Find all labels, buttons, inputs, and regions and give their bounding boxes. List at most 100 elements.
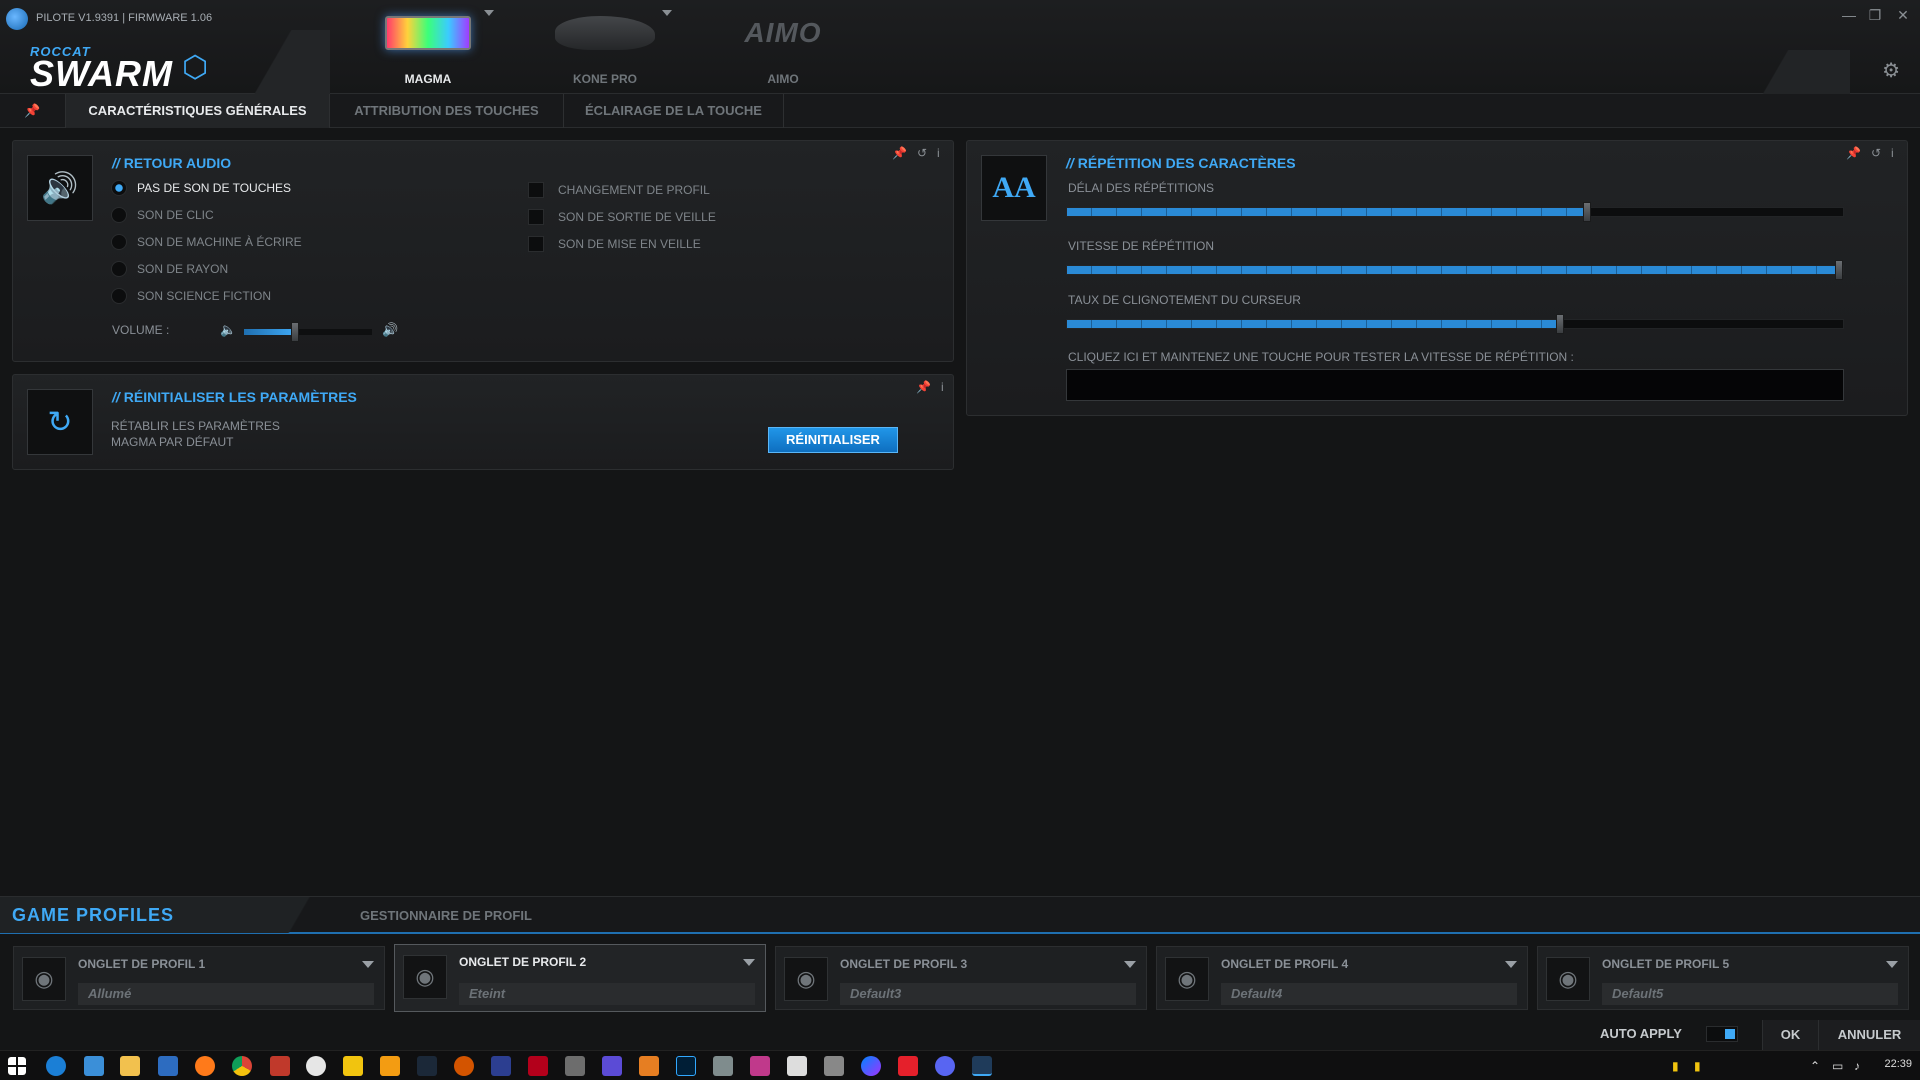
volume-low-icon[interactable]: 🔈 — [220, 322, 236, 338]
profile-name-field[interactable]: Eteint — [459, 983, 755, 1005]
profile-name-field[interactable]: Allumé — [78, 983, 374, 1005]
windows-start-icon[interactable] — [8, 1057, 26, 1075]
discord-icon[interactable] — [935, 1056, 955, 1076]
volume-icon[interactable]: ♪ — [1854, 1059, 1860, 1073]
device-aimo[interactable]: AIMO AIMO — [713, 8, 853, 86]
sticky-note-icon[interactable]: ▮ — [1694, 1059, 1701, 1073]
ok-button[interactable]: OK — [1762, 1020, 1818, 1050]
radio[interactable] — [111, 261, 127, 277]
app-icon[interactable] — [824, 1056, 844, 1076]
check-wake-sound[interactable]: SON DE SORTIE DE VEILLE — [528, 209, 716, 225]
device-magma[interactable]: MAGMA — [358, 8, 498, 86]
app-icon[interactable] — [565, 1056, 585, 1076]
chrome-icon[interactable] — [232, 1056, 252, 1076]
profile-manager-tab[interactable]: GESTIONNAIRE DE PROFIL — [360, 908, 532, 923]
restore-button[interactable]: ❐ — [1864, 4, 1886, 26]
file-explorer-icon[interactable] — [120, 1056, 140, 1076]
volume-high-icon[interactable]: 🔊 — [382, 322, 398, 338]
cancel-button[interactable]: ANNULER — [1818, 1020, 1920, 1050]
audio-option-typewriter[interactable]: SON DE MACHINE À ÉCRIRE — [111, 234, 302, 250]
photoshop-icon[interactable] — [676, 1056, 696, 1076]
check-profile-change[interactable]: CHANGEMENT DE PROFIL — [528, 182, 710, 198]
profile-slot-1[interactable]: ◉ ONGLET DE PROFIL 1 Allumé — [13, 946, 385, 1010]
chevron-down-icon[interactable] — [743, 959, 755, 966]
app-icon[interactable] — [454, 1056, 474, 1076]
audio-option-ray[interactable]: SON DE RAYON — [111, 261, 228, 277]
pin-tab[interactable]: 📌 — [0, 94, 66, 128]
app-icon[interactable] — [713, 1056, 733, 1076]
firefox-icon[interactable] — [195, 1056, 215, 1076]
device-kone-pro[interactable]: KONE PRO — [535, 8, 675, 86]
volume-thumb[interactable] — [291, 322, 299, 342]
blink-thumb[interactable] — [1556, 314, 1564, 334]
chevron-down-icon[interactable] — [1505, 961, 1517, 968]
close-button[interactable]: ✕ — [1892, 4, 1914, 26]
info-icon[interactable]: i — [941, 380, 944, 394]
network-icon[interactable]: ▭ — [1832, 1059, 1843, 1073]
app-icon[interactable] — [158, 1056, 178, 1076]
check-sleep-sound[interactable]: SON DE MISE EN VEILLE — [528, 236, 701, 252]
tab-key-illumination[interactable]: ÉCLAIRAGE DE LA TOUCHE — [564, 94, 784, 128]
undo-icon[interactable]: ↺ — [1871, 146, 1881, 160]
app-icon[interactable] — [602, 1056, 622, 1076]
info-icon[interactable]: i — [937, 146, 940, 160]
device-magma-dropdown-icon[interactable] — [484, 10, 494, 16]
profile-slot-2[interactable]: ◉ ONGLET DE PROFIL 2 Eteint — [394, 944, 766, 1012]
chevron-up-icon[interactable]: ⌃ — [1810, 1059, 1820, 1073]
repeat-test-field[interactable] — [1066, 369, 1844, 401]
info-icon[interactable]: i — [1891, 146, 1894, 160]
audio-option-click[interactable]: SON DE CLIC — [111, 207, 214, 223]
profile-slot-3[interactable]: ◉ ONGLET DE PROFIL 3 Default3 — [775, 946, 1147, 1010]
audio-option-no-sound[interactable]: PAS DE SON DE TOUCHES — [111, 180, 291, 196]
edge-icon[interactable] — [46, 1056, 66, 1076]
checkbox[interactable] — [528, 236, 544, 252]
profile-name-field[interactable]: Default3 — [840, 983, 1136, 1005]
radio-selected[interactable] — [111, 180, 127, 196]
profile-slot-4[interactable]: ◉ ONGLET DE PROFIL 4 Default4 — [1156, 946, 1528, 1010]
profile-name-field[interactable]: Default5 — [1602, 983, 1898, 1005]
gear-icon[interactable]: ⚙ — [1882, 58, 1900, 83]
tab-general[interactable]: CARACTÉRISTIQUES GÉNÉRALES — [66, 94, 330, 128]
app-icon[interactable] — [639, 1056, 659, 1076]
sticky-note-icon[interactable]: ▮ — [1672, 1059, 1679, 1073]
radio[interactable] — [111, 207, 127, 223]
reset-button[interactable]: RÉINITIALISER — [768, 427, 898, 453]
messenger-icon[interactable] — [861, 1056, 881, 1076]
filezilla-icon[interactable] — [528, 1056, 548, 1076]
device-kone-dropdown-icon[interactable] — [662, 10, 672, 16]
tab-key-assignment[interactable]: ATTRIBUTION DES TOUCHES — [330, 94, 564, 128]
pin-icon[interactable]: 📌 — [892, 146, 907, 160]
speed-thumb[interactable] — [1835, 260, 1843, 280]
chevron-down-icon[interactable] — [1124, 961, 1136, 968]
audio-option-scifi[interactable]: SON SCIENCE FICTION — [111, 288, 271, 304]
pin-icon[interactable]: 📌 — [916, 380, 931, 394]
vlc-icon[interactable] — [380, 1056, 400, 1076]
pin-icon[interactable]: 📌 — [1846, 146, 1861, 160]
steam-icon[interactable] — [417, 1056, 437, 1076]
minimize-button[interactable]: — — [1838, 4, 1860, 26]
delay-slider[interactable] — [1066, 202, 1844, 222]
undo-icon[interactable]: ↺ — [917, 146, 927, 160]
swarm-taskbar-icon[interactable] — [972, 1056, 992, 1076]
profile-slot-5[interactable]: ◉ ONGLET DE PROFIL 5 Default5 — [1537, 946, 1909, 1010]
checkbox[interactable] — [528, 209, 544, 225]
app-icon[interactable] — [343, 1056, 363, 1076]
app-icon[interactable] — [270, 1056, 290, 1076]
speed-slider[interactable] — [1066, 260, 1844, 280]
chevron-down-icon[interactable] — [362, 961, 374, 968]
volume-slider[interactable] — [244, 322, 372, 342]
radio[interactable] — [111, 234, 127, 250]
game-profiles-title[interactable]: GAME PROFILES — [12, 905, 174, 926]
blink-slider[interactable] — [1066, 314, 1844, 334]
auto-apply-toggle[interactable] — [1706, 1026, 1738, 1042]
app-icon[interactable] — [750, 1056, 770, 1076]
checkbox[interactable] — [528, 182, 544, 198]
chevron-down-icon[interactable] — [1886, 961, 1898, 968]
app-icon[interactable] — [787, 1056, 807, 1076]
clock[interactable]: 22:39 — [1884, 1058, 1912, 1070]
app-icon[interactable] — [306, 1056, 326, 1076]
desktop-icon[interactable] — [84, 1056, 104, 1076]
delay-thumb[interactable] — [1583, 202, 1591, 222]
profile-name-field[interactable]: Default4 — [1221, 983, 1517, 1005]
app-icon[interactable] — [491, 1056, 511, 1076]
